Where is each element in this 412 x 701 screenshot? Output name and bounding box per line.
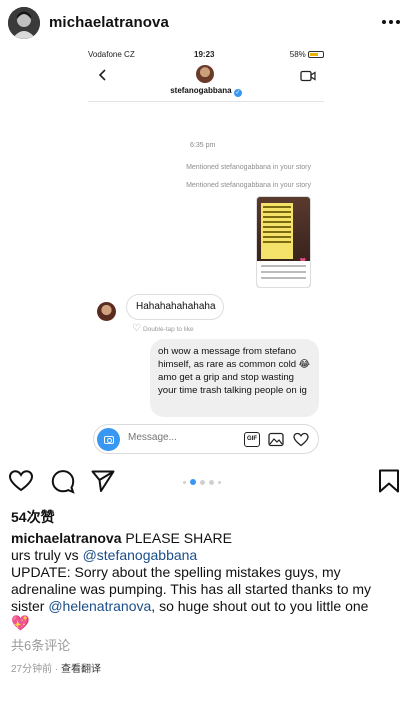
post-image: Vodafone CZ 19:23 58% stefanogabbana ✓ 6… xyxy=(0,46,412,456)
verified-badge-icon: ✓ xyxy=(233,89,242,97)
post-caption: michaelatranova PLEASE SHARE urs truly v… xyxy=(11,530,403,632)
post-time: 27分钟前 xyxy=(11,664,53,675)
story-thumbnail[interactable]: ♥ xyxy=(256,196,311,288)
carousel-dot xyxy=(183,480,186,484)
caption-username[interactable]: michaelatranova xyxy=(11,530,122,546)
post-meta: 27分钟前 · 查看翻译 xyxy=(11,660,101,675)
double-tap-label: Double-tap to like xyxy=(142,325,194,333)
phone-status-bar: Vodafone CZ 19:23 58% xyxy=(88,50,324,62)
profile-avatar[interactable] xyxy=(8,7,40,39)
video-call-icon[interactable] xyxy=(300,70,316,82)
story-mention-note: Mentioned stefanogabbana in your story xyxy=(186,164,311,171)
received-message-bubble[interactable]: Hahahahahahaha xyxy=(126,294,224,320)
story-mention-note: Mentioned stefanogabbana in your story xyxy=(186,182,311,189)
message-input[interactable] xyxy=(128,432,238,443)
caption-text: urs truly vs xyxy=(11,547,83,563)
sent-message-bubble[interactable]: oh wow a message from stefano himself, a… xyxy=(150,339,319,417)
caption-text: PLEASE SHARE xyxy=(125,530,232,546)
battery-indicator: 58% xyxy=(290,50,324,59)
thread-name[interactable]: stefanogabbana ✓ xyxy=(148,86,264,97)
heart-icon[interactable] xyxy=(293,432,309,447)
carousel-dot xyxy=(209,479,214,485)
clock-label: 19:23 xyxy=(194,50,215,59)
view-comments-link[interactable]: 共6条评论 xyxy=(11,635,70,654)
gif-button[interactable]: GIF xyxy=(244,432,260,447)
carousel-dot xyxy=(218,480,221,484)
dm-header: stefanogabbana ✓ xyxy=(88,62,324,102)
comment-icon[interactable] xyxy=(50,468,76,494)
sender-avatar[interactable] xyxy=(97,302,116,321)
carousel-dot xyxy=(200,479,205,485)
post-username[interactable]: michaelatranova xyxy=(49,14,169,31)
message-composer: GIF xyxy=(93,424,319,454)
back-arrow-icon[interactable] xyxy=(96,68,110,82)
sparkling-heart-icon: 💖 xyxy=(11,615,30,632)
paper-plane-icon[interactable] xyxy=(90,468,116,494)
translate-link[interactable]: 查看翻译 xyxy=(61,664,101,675)
mention-link[interactable]: @stefanogabbana xyxy=(83,547,198,563)
battery-label: 58% xyxy=(289,50,306,59)
caption-text: , so huge shout out to you little one xyxy=(151,598,369,614)
mention-link[interactable]: @helenatranova xyxy=(48,598,151,614)
carrier-label: Vodafone CZ xyxy=(88,50,135,59)
heart-outline-icon: ♡ xyxy=(132,323,141,334)
carousel-indicator xyxy=(183,479,221,485)
heart-icon[interactable] xyxy=(8,468,34,494)
post-header: michaelatranova xyxy=(0,0,412,46)
battery-icon xyxy=(308,51,324,58)
meta-separator: · xyxy=(52,664,62,675)
camera-icon[interactable] xyxy=(97,428,120,451)
like-count[interactable]: 54次赞 xyxy=(11,507,55,527)
chat-timestamp: 6:35 pm xyxy=(190,142,216,149)
gallery-icon[interactable] xyxy=(268,432,284,447)
bookmark-icon[interactable] xyxy=(376,468,402,494)
double-tap-hint[interactable]: ♡ Double-tap to like xyxy=(132,323,194,334)
carousel-dot-active xyxy=(190,479,196,485)
more-options-icon[interactable] xyxy=(380,12,402,32)
thread-avatar[interactable] xyxy=(196,65,214,83)
thread-name-label: stefanogabbana xyxy=(170,86,232,95)
